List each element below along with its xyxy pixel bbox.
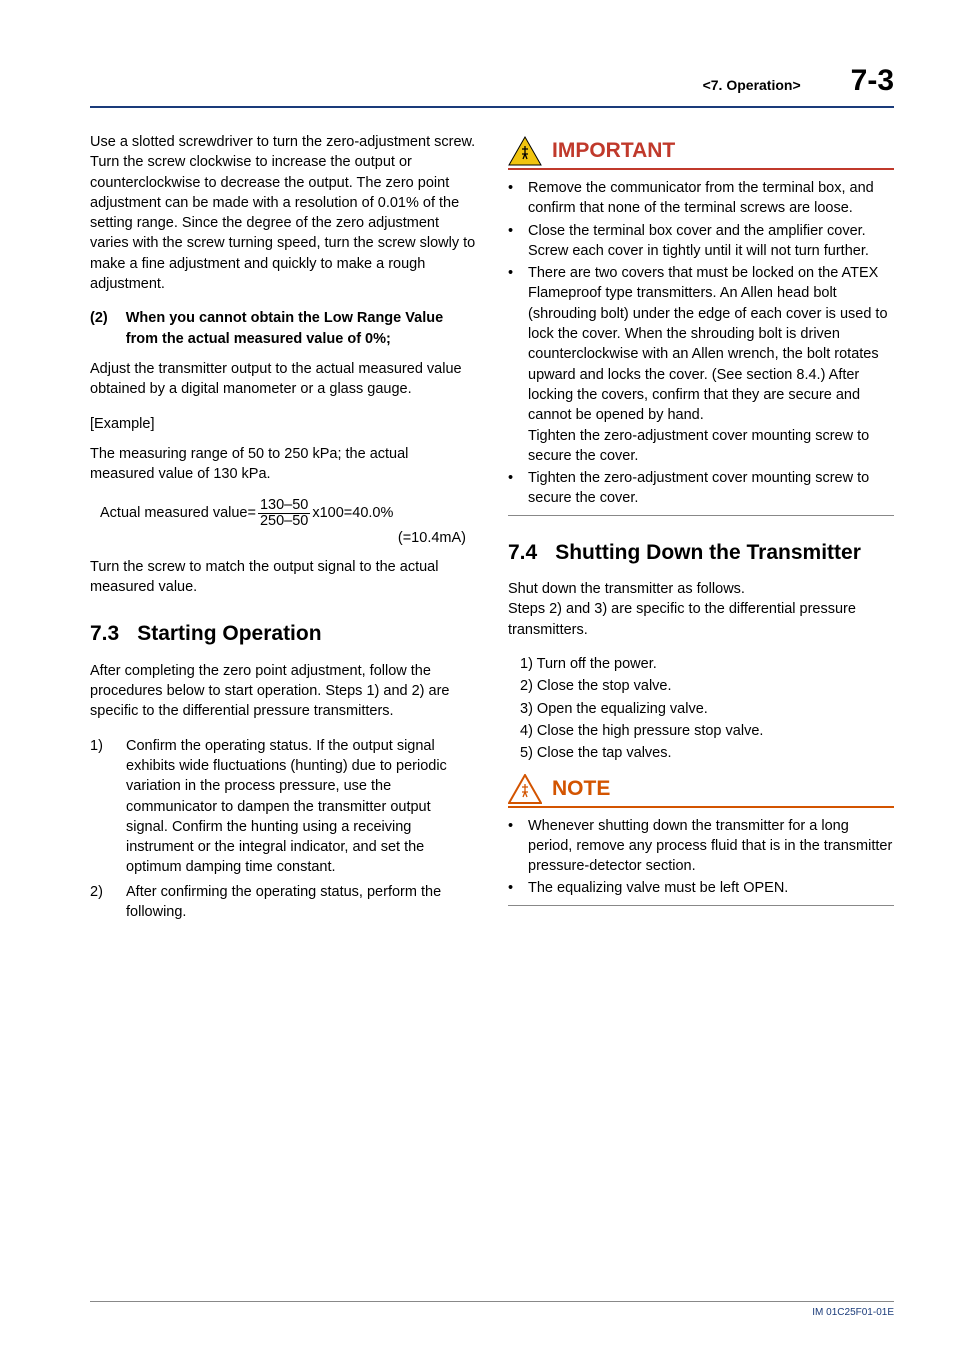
left-column: Use a slotted screwdriver to turn the ze… [90, 132, 476, 932]
shutdown-steps: 1) Turn off the power. 2) Close the stop… [508, 654, 894, 763]
list-item: 4) Close the high pressure stop valve. [520, 721, 894, 741]
body-text: Use a slotted screwdriver to turn the ze… [90, 132, 476, 294]
note-callout: NOTE •Whenever shutting down the transmi… [508, 774, 894, 906]
footer-rule [90, 1301, 894, 1302]
body-text: Adjust the transmitter output to the act… [90, 359, 476, 400]
important-list: •Remove the communicator from the termin… [508, 178, 894, 509]
list-item: 5) Close the tap valves. [520, 743, 894, 763]
step-number: 1) [90, 736, 112, 878]
callout-end-rule [508, 905, 894, 906]
formula-tail: x100=40.0% [312, 503, 393, 523]
ordered-steps: 1) Confirm the operating status. If the … [90, 736, 476, 923]
step-text: After confirming the operating status, p… [126, 882, 476, 923]
right-column: IMPORTANT •Remove the communicator from … [508, 132, 894, 932]
document-id: IM 01C25F01-01E [90, 1306, 894, 1320]
formula: Actual measured value= 130–50 250–50 x10… [100, 498, 476, 548]
step-text: Confirm the operating status. If the out… [126, 736, 476, 878]
numerator: 130–50 [258, 498, 310, 514]
bullet-text: Remove the communicator from the termina… [528, 178, 894, 219]
note-list: •Whenever shutting down the transmitter … [508, 816, 894, 899]
list-item: 3) Open the equalizing valve. [520, 699, 894, 719]
bullet-text: The equalizing valve must be left OPEN. [528, 878, 894, 898]
note-label: NOTE [552, 774, 610, 803]
important-label: IMPORTANT [552, 136, 675, 165]
list-item: 2) After confirming the operating status… [90, 882, 476, 923]
list-item: 2) Close the stop valve. [520, 676, 894, 696]
header-rule [90, 106, 894, 108]
bullet-text: Close the terminal box cover and the amp… [528, 221, 894, 262]
section-title: Starting Operation [137, 619, 476, 648]
list-item: 1) Turn off the power. [520, 654, 894, 674]
body-text: Turn the screw to match the output signa… [90, 557, 476, 598]
section-number: 7.3 [90, 619, 119, 648]
subsection-number: (2) [90, 308, 108, 349]
bullet-text: Tighten the zero-adjustment cover mounti… [528, 468, 894, 509]
subsection-title: When you cannot obtain the Low Range Val… [126, 308, 476, 349]
callout-rule [508, 168, 894, 170]
subsection-heading: (2) When you cannot obtain the Low Range… [90, 308, 476, 349]
formula-result: (=10.4mA) [100, 528, 476, 548]
page-footer: IM 01C25F01-01E [90, 1301, 894, 1320]
chapter-label: <7. Operation> [703, 76, 801, 96]
list-item: •There are two covers that must be locke… [508, 263, 894, 466]
list-item: •Whenever shutting down the transmitter … [508, 816, 894, 877]
page-number: 7-3 [851, 60, 894, 102]
body-text: After completing the zero point adjustme… [90, 661, 476, 722]
body-text: The measuring range of 50 to 250 kPa; th… [90, 444, 476, 485]
denominator: 250–50 [258, 514, 310, 529]
page-header: <7. Operation> 7-3 [90, 60, 894, 102]
callout-end-rule [508, 515, 894, 516]
list-item: •Tighten the zero-adjustment cover mount… [508, 468, 894, 509]
important-callout: IMPORTANT •Remove the communicator from … [508, 136, 894, 516]
step-number: 2) [90, 882, 112, 923]
section-title: Shutting Down the Transmitter [555, 538, 894, 567]
list-item: •The equalizing valve must be left OPEN. [508, 878, 894, 898]
example-label: [Example] [90, 414, 476, 434]
section-heading-7-4: 7.4 Shutting Down the Transmitter [508, 538, 894, 567]
bullet-text: There are two covers that must be locked… [528, 263, 894, 466]
two-column-layout: Use a slotted screwdriver to turn the ze… [90, 132, 894, 932]
list-item: •Close the terminal box cover and the am… [508, 221, 894, 262]
caution-triangle-icon [508, 774, 542, 804]
body-text: Shut down the transmitter as follows. St… [508, 579, 894, 640]
callout-rule [508, 806, 894, 808]
fraction: 130–50 250–50 [258, 498, 310, 528]
section-heading-7-3: 7.3 Starting Operation [90, 619, 476, 648]
list-item: •Remove the communicator from the termin… [508, 178, 894, 219]
formula-lead: Actual measured value= [100, 503, 256, 523]
section-number: 7.4 [508, 538, 537, 567]
bullet-text: Whenever shutting down the transmitter f… [528, 816, 894, 877]
list-item: 1) Confirm the operating status. If the … [90, 736, 476, 878]
warning-triangle-icon [508, 136, 542, 166]
